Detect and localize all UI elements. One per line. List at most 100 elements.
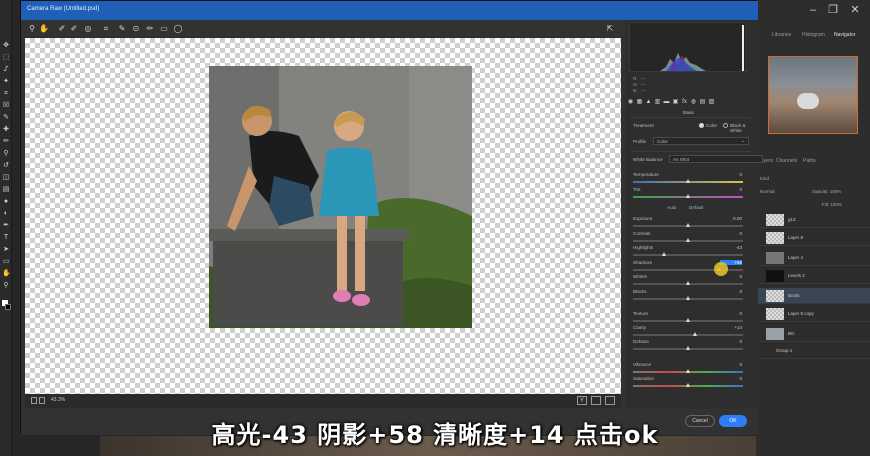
type-tool-icon[interactable]: T bbox=[2, 234, 10, 241]
slider-value-exposure[interactable]: 0.00 bbox=[720, 216, 742, 221]
treatment-color-radio[interactable] bbox=[699, 123, 704, 128]
brush-tool-icon[interactable]: ✏ bbox=[2, 138, 10, 145]
pen-tool-icon[interactable]: ✒ bbox=[2, 222, 10, 229]
slider-handle[interactable] bbox=[693, 332, 698, 336]
slider-value-contrast[interactable]: 0 bbox=[720, 231, 742, 236]
slider-track-temperature[interactable] bbox=[633, 179, 743, 183]
crop-tool-icon[interactable]: ⌗ bbox=[2, 90, 10, 97]
lasso-tool-icon[interactable]: ᔑ bbox=[2, 66, 10, 73]
zoom-icon[interactable]: ⚲ bbox=[27, 24, 37, 34]
slider-handle[interactable] bbox=[685, 238, 690, 242]
layer-row[interactable]: Levels 2 bbox=[756, 268, 870, 284]
snapshots-icon[interactable]: ▧ bbox=[708, 98, 715, 106]
before-after-icon[interactable]: Y bbox=[577, 396, 587, 405]
eraser-tool-icon[interactable]: ◫ bbox=[2, 174, 10, 181]
graduated-filter-icon[interactable]: ▭ bbox=[159, 24, 169, 34]
detail-icon[interactable]: ▲ bbox=[645, 98, 652, 106]
slider-value-clarity[interactable]: +14 bbox=[720, 325, 742, 330]
layer-opacity[interactable]: Opacity: 100% bbox=[812, 189, 841, 194]
slider-handle[interactable] bbox=[685, 369, 690, 373]
treatment-bw-radio[interactable] bbox=[723, 123, 728, 128]
tone-curve-icon[interactable]: ▦ bbox=[636, 98, 643, 106]
slider-value-tint[interactable]: 0 bbox=[720, 187, 742, 192]
target-adjust-icon[interactable]: ◎ bbox=[83, 24, 93, 34]
white-balance-select[interactable]: As Shot bbox=[669, 155, 763, 163]
background-color-swatch[interactable] bbox=[5, 304, 11, 310]
close-icon[interactable]: ✕ bbox=[848, 4, 862, 16]
layer-fill[interactable]: Fill: 100% bbox=[822, 202, 842, 207]
hsl-icon[interactable]: ▥ bbox=[654, 98, 661, 106]
profile-select[interactable]: Color ⌄ bbox=[653, 137, 749, 145]
slider-handle[interactable] bbox=[685, 318, 690, 322]
eyedropper-tool-icon[interactable]: ✎ bbox=[2, 114, 10, 121]
presets-icon[interactable]: ▤ bbox=[699, 98, 706, 106]
slider-handle[interactable] bbox=[685, 296, 690, 300]
path-select-icon[interactable]: ➤ bbox=[2, 246, 10, 253]
slider-track-texture[interactable] bbox=[633, 318, 743, 322]
slider-track-blacks[interactable] bbox=[633, 296, 743, 300]
tab-navigator[interactable]: Navigator bbox=[834, 32, 855, 38]
layer-row[interactable]: g13 bbox=[756, 212, 870, 228]
slider-track-highlights[interactable] bbox=[633, 252, 743, 256]
slider-track-vibrance[interactable] bbox=[633, 369, 743, 373]
slider-track-whites[interactable] bbox=[633, 281, 743, 285]
minimize-icon[interactable]: – bbox=[806, 4, 820, 16]
gradient-tool-icon[interactable]: ▤ bbox=[2, 186, 10, 193]
redeye-icon[interactable]: ⊙ bbox=[131, 24, 141, 34]
radial-filter-icon[interactable]: ◯ bbox=[173, 24, 183, 34]
blur-tool-icon[interactable]: ● bbox=[2, 198, 10, 205]
slider-track-contrast[interactable] bbox=[633, 238, 743, 242]
slider-value-saturation[interactable]: 0 bbox=[720, 376, 742, 381]
marquee-tool-icon[interactable]: ⬚ bbox=[2, 54, 10, 61]
tab-histogram[interactable]: Histogram bbox=[802, 32, 825, 38]
slider-value-blacks[interactable]: 0 bbox=[720, 289, 742, 294]
slider-track-clarity[interactable] bbox=[633, 332, 743, 336]
color-sampler-icon[interactable]: ✐ bbox=[69, 24, 79, 34]
wand-tool-icon[interactable]: ✦ bbox=[2, 78, 10, 85]
layer-row[interactable]: Boots bbox=[756, 288, 870, 304]
spot-removal-icon[interactable]: ✎ bbox=[117, 24, 127, 34]
slider-track-saturation[interactable] bbox=[633, 383, 743, 387]
slider-value-vibrance[interactable]: 0 bbox=[720, 362, 742, 367]
dodge-tool-icon[interactable]: ◐ bbox=[2, 210, 10, 217]
slider-handle[interactable] bbox=[661, 252, 666, 256]
slider-value-texture[interactable]: 0 bbox=[720, 311, 742, 316]
hand-tool-icon[interactable]: ✋ bbox=[2, 270, 11, 277]
zoom-in-icon[interactable] bbox=[39, 397, 45, 404]
slider-handle[interactable] bbox=[685, 223, 690, 227]
history-brush-icon[interactable]: ↺ bbox=[2, 162, 10, 169]
frame-tool-icon[interactable]: ☒ bbox=[2, 102, 10, 109]
slider-handle[interactable] bbox=[685, 194, 690, 198]
toggle-view-icon[interactable] bbox=[591, 396, 601, 405]
auto-button[interactable]: Auto bbox=[667, 205, 676, 210]
adjustment-brush-icon[interactable]: ✏ bbox=[145, 24, 155, 34]
export-icon[interactable]: ⇱ bbox=[605, 24, 615, 34]
basic-panel-icon[interactable]: ◉ bbox=[627, 98, 634, 106]
zoom-level[interactable]: 43.3% bbox=[51, 397, 65, 403]
settings-view-icon[interactable] bbox=[605, 396, 615, 405]
stamp-tool-icon[interactable]: ⚲ bbox=[2, 150, 10, 157]
move-tool-icon[interactable]: ✥ bbox=[2, 42, 10, 49]
calibration-icon[interactable]: ◍ bbox=[690, 98, 697, 106]
slider-handle[interactable] bbox=[685, 346, 690, 350]
layer-row[interactable]: Layer 5 copy bbox=[756, 306, 870, 322]
slider-handle[interactable] bbox=[685, 281, 690, 285]
image-canvas[interactable] bbox=[25, 38, 621, 394]
effects-icon[interactable]: fx bbox=[681, 98, 688, 106]
slider-value-dehaze[interactable]: 0 bbox=[720, 339, 742, 344]
layer-row[interactable]: Layer 8 bbox=[756, 230, 870, 246]
navigator-thumbnail[interactable] bbox=[768, 56, 858, 134]
layer-row[interactable]: BG bbox=[756, 326, 870, 342]
zoom-tool-icon[interactable]: ⚲ bbox=[2, 282, 10, 289]
default-button[interactable]: Default bbox=[689, 205, 704, 210]
slider-value-temperature[interactable]: 0 bbox=[720, 172, 742, 177]
tab-channels[interactable]: Channels bbox=[776, 158, 797, 164]
tab-paths[interactable]: Paths bbox=[803, 158, 816, 164]
maximize-icon[interactable]: ❐ bbox=[826, 4, 840, 16]
slider-track-exposure[interactable] bbox=[633, 223, 743, 227]
zoom-out-icon[interactable] bbox=[31, 397, 37, 404]
hand-icon[interactable]: ✋ bbox=[39, 24, 49, 34]
tab-libraries[interactable]: Libraries bbox=[772, 32, 791, 38]
white-balance-icon[interactable]: ✐ bbox=[57, 24, 67, 34]
slider-track-dehaze[interactable] bbox=[633, 346, 743, 350]
